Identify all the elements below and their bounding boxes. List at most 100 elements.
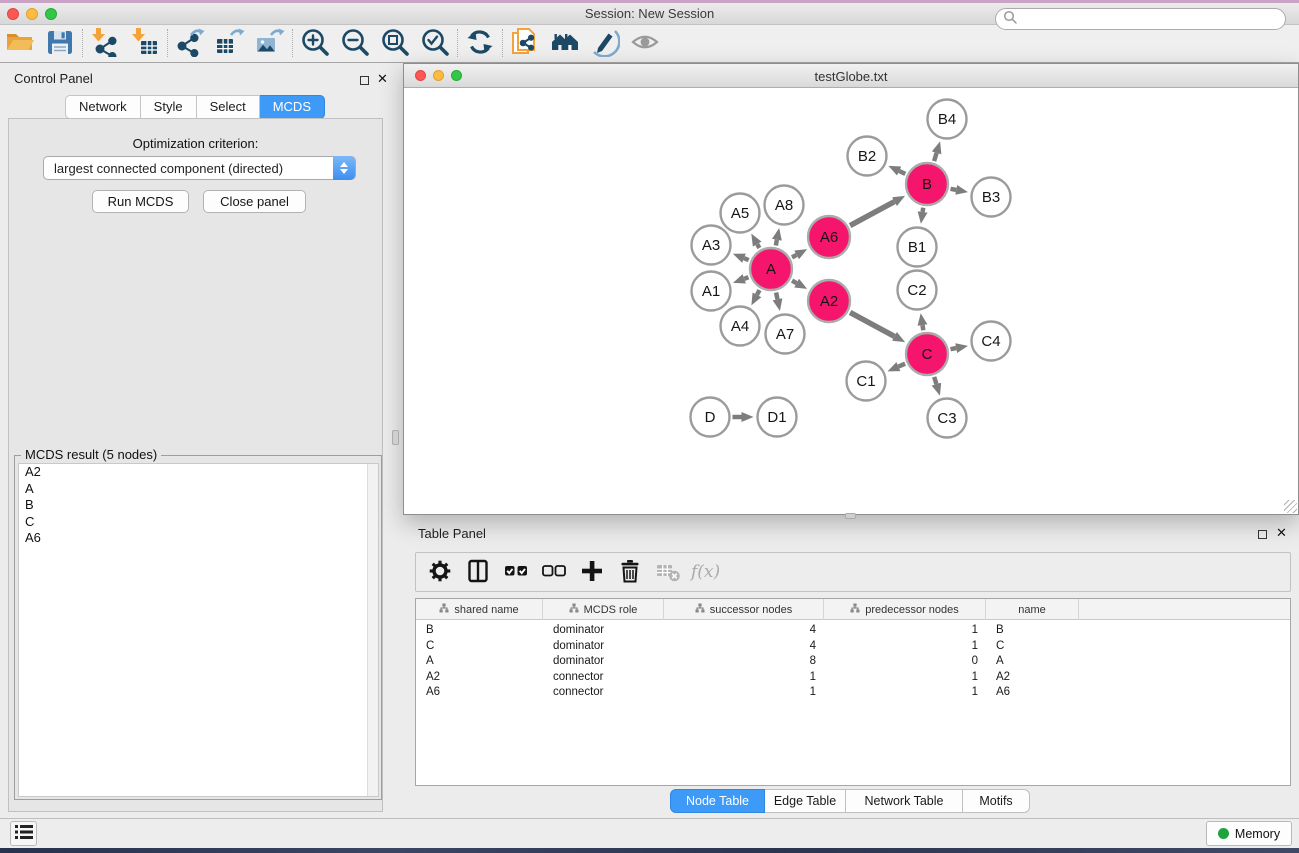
home-button[interactable]: [545, 25, 585, 61]
toolbar-separator: [292, 29, 293, 57]
cell: 1: [824, 623, 986, 639]
column-header-MCDS-role[interactable]: MCDS role: [543, 599, 664, 620]
mcds-result-item[interactable]: A2: [19, 464, 378, 481]
vertical-divider-handle[interactable]: [392, 430, 399, 445]
zoom-selected-button[interactable]: [415, 25, 455, 61]
node-A4[interactable]: A4: [721, 307, 760, 346]
zoom-in-button[interactable]: [295, 25, 335, 61]
mcds-result-item[interactable]: B: [19, 497, 378, 514]
horizontal-divider-handle[interactable]: [845, 513, 856, 519]
table-panel-close-icon[interactable]: ✕: [1276, 528, 1287, 537]
show-graphics-details-button[interactable]: [625, 25, 665, 61]
tab-motifs[interactable]: Motifs: [963, 789, 1030, 813]
node-A3[interactable]: A3: [692, 226, 731, 265]
tab-mcds[interactable]: MCDS: [260, 95, 325, 119]
hide-annotations-button[interactable]: [585, 25, 625, 61]
column-header-shared-name[interactable]: shared name: [416, 599, 543, 620]
node-B4[interactable]: B4: [928, 100, 967, 139]
table-panel-float-icon[interactable]: [1258, 527, 1267, 542]
mcds-result-list[interactable]: A2ABCA6: [18, 463, 379, 797]
cell: A2: [986, 670, 1079, 686]
network-snapshot-button[interactable]: [505, 25, 545, 61]
toolbar-separator: [82, 29, 83, 57]
tab-network[interactable]: Network: [65, 95, 141, 119]
node-table: shared nameMCDS rolesuccessor nodesprede…: [415, 598, 1291, 786]
svg-text:C3: C3: [937, 410, 956, 427]
tab-node-table[interactable]: Node Table: [670, 789, 765, 813]
column-header-name[interactable]: name: [986, 599, 1079, 620]
main-toolbar: [0, 25, 1299, 63]
node-C[interactable]: C: [906, 333, 948, 375]
optimization-criterion-select[interactable]: largest connected component (directed): [43, 156, 356, 180]
cell: 1: [824, 685, 986, 701]
edge-A6-B: [850, 202, 894, 226]
export-network-button[interactable]: [170, 25, 210, 61]
node-A2[interactable]: A2: [808, 280, 850, 322]
open-session-button[interactable]: [0, 25, 40, 61]
table-row-A6[interactable]: A6connector11A6: [416, 685, 1290, 701]
node-A1[interactable]: A1: [692, 272, 731, 311]
control-panel-float-icon[interactable]: [360, 73, 369, 88]
edge-A-A1: [744, 277, 748, 279]
node-A7[interactable]: A7: [766, 315, 805, 354]
table-row-C[interactable]: Cdominator41C: [416, 639, 1290, 655]
node-C3[interactable]: C3: [928, 399, 967, 438]
node-A6[interactable]: A6: [808, 216, 850, 258]
node-B3[interactable]: B3: [972, 178, 1011, 217]
export-image-button[interactable]: [250, 25, 290, 61]
import-network-button[interactable]: [85, 25, 125, 61]
column-selector-button[interactable]: [462, 556, 494, 588]
control-panel-close-icon[interactable]: ✕: [377, 74, 388, 83]
refresh-layout-button[interactable]: [460, 25, 500, 61]
node-D[interactable]: D: [691, 398, 730, 437]
node-C1[interactable]: C1: [847, 362, 886, 401]
search-input[interactable]: [995, 8, 1286, 30]
node-A8[interactable]: A8: [765, 186, 804, 225]
deselect-all-button[interactable]: [538, 556, 570, 588]
table-settings-icon: [427, 558, 453, 587]
mcds-result-item[interactable]: A6: [19, 530, 378, 547]
select-all-button[interactable]: [500, 556, 532, 588]
mcds-result-scrollbar[interactable]: [367, 464, 378, 796]
network-canvas[interactable]: A A1 A2 A3 A4 A5 A6 A7 A8 B B1 B2 B3B4 C C1 C2 C3 C4 D D1: [404, 88, 1298, 514]
run-mcds-button[interactable]: Run MCDS: [92, 190, 189, 213]
delete-row-button[interactable]: [614, 556, 646, 588]
memory-button[interactable]: Memory: [1206, 821, 1292, 846]
node-B2[interactable]: B2: [848, 137, 887, 176]
table-settings-button[interactable]: [424, 556, 456, 588]
column-header-predecessor-nodes[interactable]: predecessor nodes: [824, 599, 986, 620]
tab-edge-table[interactable]: Edge Table: [765, 789, 846, 813]
table-row-A[interactable]: Adominator80A: [416, 654, 1290, 670]
cell: 1: [824, 670, 986, 686]
table-row-A2[interactable]: A2connector11A2: [416, 670, 1290, 686]
import-table-button[interactable]: [125, 25, 165, 61]
node-B[interactable]: B: [906, 163, 948, 205]
memory-label: Memory: [1235, 827, 1280, 841]
zoom-out-button[interactable]: [335, 25, 375, 61]
node-A5[interactable]: A5: [721, 194, 760, 233]
node-C4[interactable]: C4: [972, 322, 1011, 361]
svg-text:B2: B2: [858, 148, 876, 165]
table-row-B[interactable]: Bdominator41B: [416, 623, 1290, 639]
node-A[interactable]: A: [750, 248, 792, 290]
node-D1[interactable]: D1: [758, 398, 797, 437]
tab-select[interactable]: Select: [197, 95, 260, 119]
toolbar-separator: [457, 29, 458, 57]
column-header-successor-nodes[interactable]: successor nodes: [664, 599, 824, 620]
mcds-result-item[interactable]: A: [19, 481, 378, 498]
node-B1[interactable]: B1: [898, 228, 937, 267]
cell: B: [986, 623, 1079, 639]
tab-network-table[interactable]: Network Table: [846, 789, 963, 813]
tab-style[interactable]: Style: [141, 95, 197, 119]
export-table-button[interactable]: [210, 25, 250, 61]
function-builder-button: f(x): [690, 556, 722, 588]
close-panel-button[interactable]: Close panel: [203, 190, 306, 213]
mcds-result-item[interactable]: C: [19, 514, 378, 531]
zoom-fit-button[interactable]: [375, 25, 415, 61]
network-window-titlebar[interactable]: testGlobe.txt: [404, 64, 1298, 88]
add-row-button[interactable]: [576, 556, 608, 588]
task-history-button[interactable]: [10, 821, 37, 846]
save-session-button[interactable]: [40, 25, 80, 61]
node-C2[interactable]: C2: [898, 271, 937, 310]
network-resize-grip[interactable]: [1284, 500, 1297, 513]
